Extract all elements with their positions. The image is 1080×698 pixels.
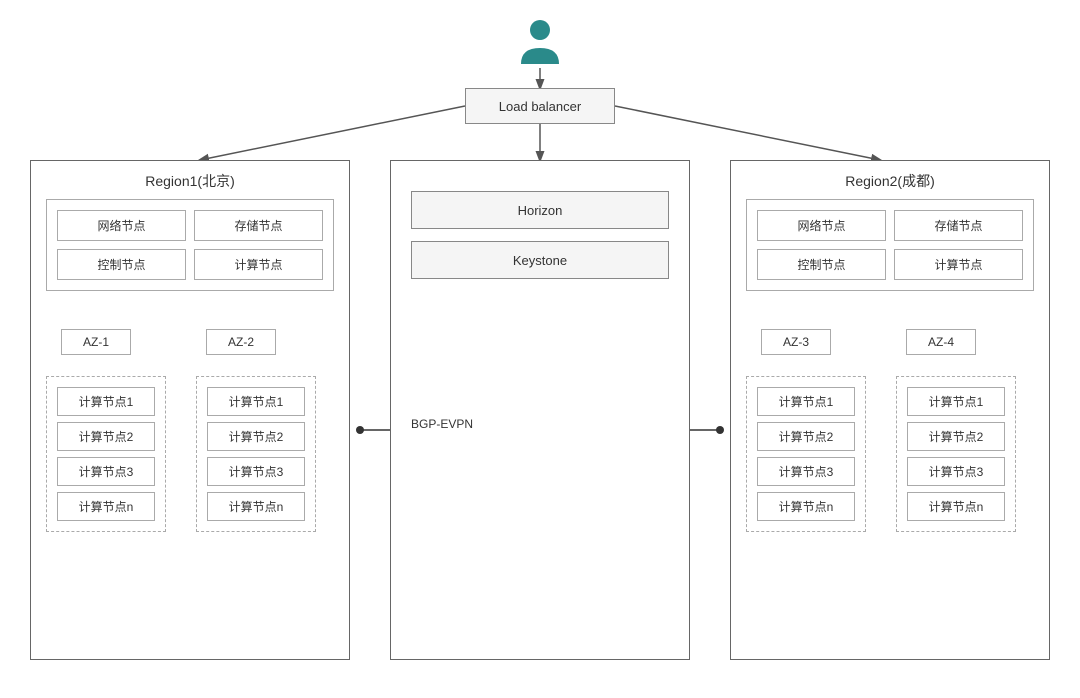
region-center-box: Horizon Keystone BGP-EVPN xyxy=(390,160,690,660)
az4-label: AZ-4 xyxy=(928,335,954,349)
load-balancer-box: Load balancer xyxy=(465,88,615,124)
compute-group-az2: 计算节点1 计算节点2 计算节点3 计算节点n xyxy=(196,376,316,532)
keystone-box: Keystone xyxy=(411,241,669,279)
az2-box: AZ-2 xyxy=(206,329,276,355)
compute-item: 计算节点2 xyxy=(757,422,855,451)
node-box: 网络节点 xyxy=(757,210,886,241)
node-box: 控制节点 xyxy=(757,249,886,280)
compute-item: 计算节点3 xyxy=(757,457,855,486)
node-box: 控制节点 xyxy=(57,249,186,280)
compute-item: 计算节点n xyxy=(207,492,305,521)
keystone-label: Keystone xyxy=(513,253,567,268)
region-right-title: Region2(成都) xyxy=(731,171,1049,191)
compute-item: 计算节点3 xyxy=(57,457,155,486)
bgp-evpn-label: BGP-EVPN xyxy=(411,417,473,431)
compute-item: 计算节点3 xyxy=(907,457,1005,486)
compute-group-az3: 计算节点1 计算节点2 计算节点3 计算节点n xyxy=(746,376,866,532)
az1-box: AZ-1 xyxy=(61,329,131,355)
region-right-nodes-container: 网络节点 存储节点 控制节点 计算节点 xyxy=(746,199,1034,291)
compute-item: 计算节点1 xyxy=(207,387,305,416)
az1-label: AZ-1 xyxy=(83,335,109,349)
node-box: 计算节点 xyxy=(194,249,323,280)
node-box: 存储节点 xyxy=(894,210,1023,241)
horizon-label: Horizon xyxy=(518,203,563,218)
horizon-box: Horizon xyxy=(411,191,669,229)
region-left-title: Region1(北京) xyxy=(31,171,349,191)
compute-group-az1: 计算节点1 计算节点2 计算节点3 计算节点n xyxy=(46,376,166,532)
compute-item: 计算节点n xyxy=(57,492,155,521)
region-right-box: Region2(成都) 网络节点 存储节点 控制节点 计算节点 AZ-3 AZ-… xyxy=(730,160,1050,660)
user-icon xyxy=(513,14,567,68)
az4-box: AZ-4 xyxy=(906,329,976,355)
compute-item: 计算节点3 xyxy=(207,457,305,486)
az3-box: AZ-3 xyxy=(761,329,831,355)
node-box: 网络节点 xyxy=(57,210,186,241)
compute-item: 计算节点2 xyxy=(207,422,305,451)
region-left-nodes-container: 网络节点 存储节点 控制节点 计算节点 xyxy=(46,199,334,291)
region-left-box: Region1(北京) 网络节点 存储节点 控制节点 计算节点 AZ-1 AZ-… xyxy=(30,160,350,660)
compute-item: 计算节点n xyxy=(757,492,855,521)
node-box: 存储节点 xyxy=(194,210,323,241)
compute-item: 计算节点1 xyxy=(907,387,1005,416)
az3-label: AZ-3 xyxy=(783,335,809,349)
compute-item: 计算节点1 xyxy=(57,387,155,416)
diagram-container: Load balancer Region1(北京) 网络节点 存储节点 控制节点… xyxy=(0,0,1080,698)
compute-item: 计算节点2 xyxy=(57,422,155,451)
compute-item: 计算节点2 xyxy=(907,422,1005,451)
compute-item: 计算节点1 xyxy=(757,387,855,416)
load-balancer-label: Load balancer xyxy=(499,99,581,114)
compute-group-az4: 计算节点1 计算节点2 计算节点3 计算节点n xyxy=(896,376,1016,532)
node-box: 计算节点 xyxy=(894,249,1023,280)
az2-label: AZ-2 xyxy=(228,335,254,349)
compute-item: 计算节点n xyxy=(907,492,1005,521)
